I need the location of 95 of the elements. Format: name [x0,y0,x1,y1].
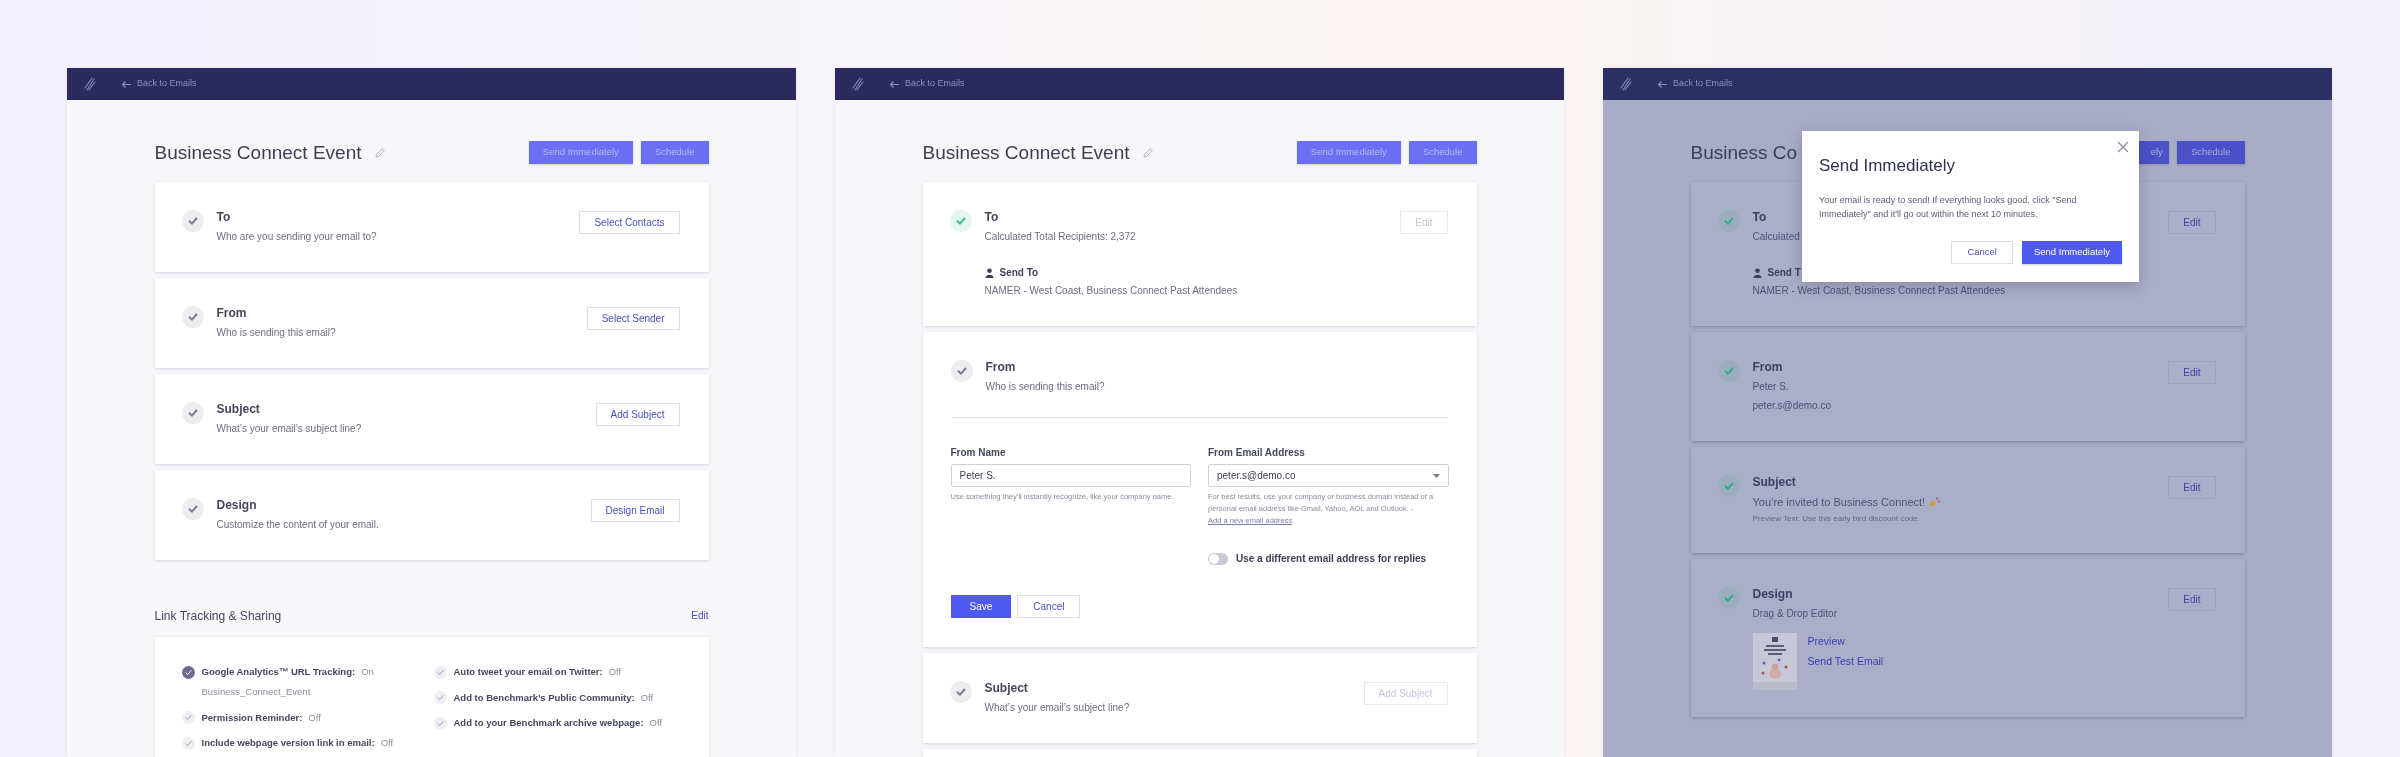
step-description: Customize the content of your email. [216,518,379,532]
page-title: Business Connect Event [154,141,362,164]
check-icon [181,402,204,424]
cancel-button[interactable]: Cancel [1951,241,2013,264]
step-description: What’s your email’s subject line? [984,701,1130,715]
setting-value: On [361,665,374,679]
setting-detail: Business_Connect_Event [201,684,312,699]
toggle-switch[interactable] [1208,552,1228,565]
modal-title: Send Immediately [1819,156,1957,176]
step-title: From [216,306,247,320]
step-description: Who are you sending your email to? [216,230,377,244]
person-icon [984,268,994,278]
check-icon [181,210,204,232]
step-button[interactable]: Select Contacts [579,211,680,234]
setting-value: Off [608,665,622,679]
step-description: peter.s@demo.co [1752,399,1832,413]
check-icon [1717,210,1740,232]
setting-label: Add to Benchmark’s Public Community: [453,690,635,705]
back-link[interactable]: Back to Emails [121,77,197,91]
setting-value: Off [308,710,321,725]
logo-icon[interactable] [84,77,96,91]
check-icon [1717,360,1740,382]
pencil-icon[interactable] [1141,146,1154,159]
step-description: Who is sending this email? [216,326,336,340]
step-description: What’s your email’s subject line? [216,422,362,436]
caret-icon [1432,473,1440,478]
step-title: Subject [984,681,1028,695]
subject-line: You’re invited to Business Connect! [1752,495,1926,510]
setting-value: Off [640,690,654,705]
save-button[interactable]: Save [950,595,1012,618]
close-button[interactable] [2117,141,2129,153]
design-link[interactable]: Preview [1807,634,1884,648]
recipient-list: NAMER - West Coast, Business Connect Past Attendees [984,283,1401,299]
step-title: Subject [1752,475,1796,489]
back-arrow-icon [889,79,900,89]
send-to-label: Send To [999,266,1039,280]
text-field[interactable]: Peter S. [950,464,1191,487]
check-icon [949,681,972,703]
check-icon [950,360,973,382]
modal-text: Your email is ready to send! If everything looks good, click "Send Immediately" and it'll go out within the next 10 minutes. [1819,194,2078,221]
step-title: From [1752,360,1783,374]
logo-icon[interactable] [852,77,864,91]
send-to-label: Send T [1767,266,1801,280]
preview-text: Preview Text: Use this early bird discount code. [1752,513,1920,525]
step-title: Subject [216,402,260,416]
step-title: From [985,360,1016,374]
party-popper-icon [1928,496,1941,508]
section-title: Link Tracking & Sharing [154,608,282,624]
check-icon [1717,587,1740,609]
page-title: Business Co [1690,141,1798,164]
step-title: Design [216,498,257,512]
check-icon [181,498,204,520]
step-button[interactable]: Edit [2168,588,2216,611]
step-button[interactable]: Select Sender [586,307,680,330]
step-button[interactable]: Edit [2168,211,2216,234]
check-icon [949,210,972,232]
step-description: Drag & Drop Editor [1752,607,1837,621]
confirm-button[interactable]: Send Immediately [2021,241,2122,264]
toggle-label: Use a different email address for replies [1236,552,1427,566]
pencil-icon[interactable] [373,146,386,159]
step-button[interactable]: Edit [2168,476,2216,499]
setting-label: Permission Reminder: [201,710,303,725]
logo-icon[interactable] [1620,77,1632,91]
step-description: Calculated Total Recipients: 2,372 [984,230,1136,244]
edit-link[interactable]: Edit [691,608,709,624]
check-icon [181,306,204,328]
field-label: From Name [950,446,1007,460]
step-button[interactable]: Design Email [590,499,680,522]
setting-label: Google Analytics™ URL Tracking: [201,665,356,679]
select-field[interactable]: peter.s@demo.co [1208,464,1449,487]
setting-value: Off [380,736,394,750]
check-icon [1717,475,1740,497]
setting-label: Auto tweet your email on Twitter: [453,665,603,679]
setting-value: Off [649,716,663,730]
cancel-button[interactable]: Cancel [1017,595,1081,618]
step-title: To [984,210,999,224]
step-description: Calculated [1752,230,1800,244]
step-description: Peter S. [1752,380,1789,394]
back-arrow-icon [1657,79,1668,89]
step-button[interactable]: Edit [2168,361,2216,384]
person-icon [1752,268,1762,278]
step-title: Design [1752,587,1793,601]
step-description: Who is sending this email? [985,380,1105,394]
recipient-list: NAMER - West Coast, Business Connect Past Attendees [1752,283,2169,299]
back-link[interactable]: Back to Emails [1657,77,1733,91]
step-title: To [1752,210,1767,224]
design-link[interactable]: Send Test Email [1807,654,1884,668]
field-label: From Email Address [1208,446,1306,460]
back-arrow-icon [121,79,132,89]
setting-label: Add to your Benchmark archive webpage: [453,716,644,730]
step-button[interactable]: Add Subject [595,403,680,426]
setting-label: Include webpage version link in email: [201,736,375,750]
page-title: Business Connect Event [922,141,1130,164]
step-title: To [216,210,231,224]
back-link[interactable]: Back to Emails [889,77,965,91]
